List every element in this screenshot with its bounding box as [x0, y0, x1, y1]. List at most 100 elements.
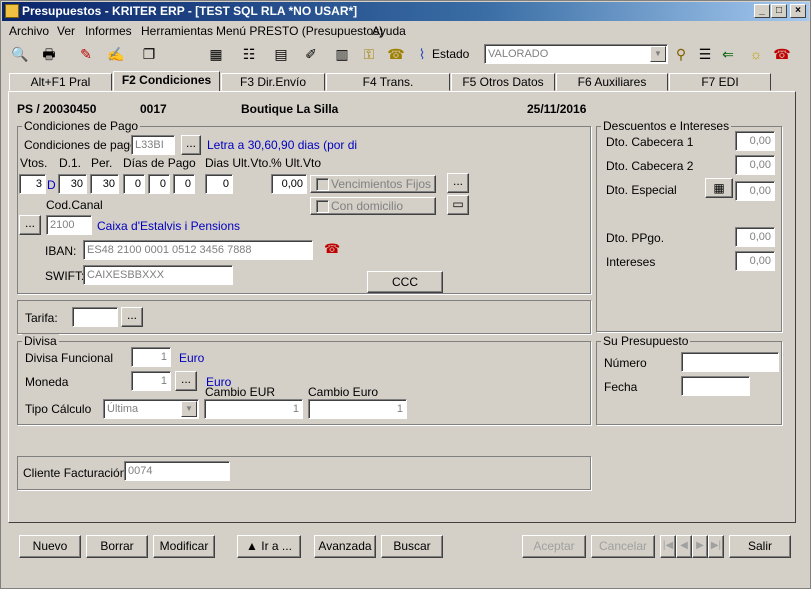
intereses-field[interactable]: 0,00 — [735, 251, 775, 271]
chevron-down-icon[interactable]: ▼ — [650, 46, 666, 62]
dia1-field[interactable]: 0 — [123, 174, 145, 194]
edit-icon[interactable]: ✍ — [107, 45, 125, 63]
fecha-field[interactable] — [681, 376, 750, 396]
cond-pago-field[interactable]: L33BI — [131, 135, 175, 155]
vencimientos-fijos-checkbox-row[interactable]: Vencimientos Fijos — [310, 175, 436, 193]
last-record-icon[interactable]: ▶| — [708, 535, 724, 558]
key-icon[interactable]: ⚿ — [360, 45, 378, 63]
pct-ult-field[interactable]: 0,00 — [271, 174, 307, 194]
ir-a-button[interactable]: ▲ Ir a ... — [237, 535, 301, 558]
menu-ayuda[interactable]: Ayuda — [372, 24, 406, 38]
cond-pago-lookup-button[interactable]: ... — [181, 135, 201, 155]
vtos-field[interactable]: 3 — [19, 174, 46, 194]
print-icon[interactable]: 🖶 — [40, 45, 58, 63]
moneda-lookup-button[interactable]: ... — [175, 371, 197, 391]
tab-auxiliares[interactable]: F6 Auxiliares — [556, 73, 668, 91]
divisa-funcional-field[interactable]: 1 — [131, 347, 171, 367]
copy-icon[interactable]: ❐ — [140, 45, 158, 63]
nuevo-button[interactable]: Nuevo — [19, 535, 81, 558]
maximize-icon[interactable]: □ — [771, 4, 787, 18]
swift-field[interactable]: CAIXESBBXXX — [83, 265, 233, 285]
cliente-facturacion-field[interactable]: 0074 — [124, 461, 230, 481]
cambio-eur-field[interactable]: 1 — [204, 399, 303, 419]
phone-icon[interactable]: ☎ — [387, 45, 405, 63]
numero-field[interactable] — [681, 352, 779, 372]
prev-record-icon[interactable]: ◀ — [676, 535, 692, 558]
menu-archivo[interactable]: Archivo — [9, 24, 49, 38]
tree-icon[interactable]: ☷ — [240, 45, 258, 63]
phone-icon[interactable]: ☎ — [324, 241, 340, 257]
client-code: 0017 — [140, 102, 167, 116]
buscar-button[interactable]: Buscar — [381, 535, 443, 558]
canal-lookup-button[interactable]: ... — [19, 215, 41, 235]
chart-icon[interactable]: ▥ — [333, 45, 351, 63]
d1-field[interactable]: 30 — [58, 174, 87, 194]
vtos-label: Vtos. — [20, 156, 48, 170]
paperclip-icon[interactable]: ⌇ — [413, 45, 431, 63]
menu-bar: Archivo Ver Informes Herramientas Menú P… — [2, 22, 809, 40]
tipo-calculo-value: Última — [107, 403, 139, 415]
moneda-field[interactable]: 1 — [131, 371, 171, 391]
toolbar: 🔍 🖶 ✎ ✍ ❐ ▦ ☷ ▤ ✐ ▥ ⚿ ☎ ⌇ Estado VALORAD… — [2, 41, 809, 67]
menu-ver[interactable]: Ver — [57, 24, 75, 38]
dias-ult-field[interactable]: 0 — [205, 174, 233, 194]
domicilio-card-icon[interactable]: ▭ — [447, 195, 469, 215]
descuentos-title: Descuentos e Intereses — [601, 119, 732, 133]
dto-ppgo-field[interactable]: 0,00 — [735, 227, 775, 247]
menu-informes[interactable]: Informes — [85, 24, 132, 38]
aceptar-button[interactable]: Aceptar — [522, 535, 586, 558]
tab-dir-envio[interactable]: F3 Dir.Envío — [221, 73, 325, 91]
grid-icon[interactable]: ▤ — [272, 45, 290, 63]
con-domicilio-checkbox-row[interactable]: Con domicilio — [310, 197, 436, 215]
notes-icon[interactable]: ✐ — [302, 45, 320, 63]
tipo-calculo-combo[interactable]: Última ▼ — [103, 399, 199, 419]
estado-label: Estado — [432, 47, 470, 61]
tab-pral[interactable]: Alt+F1 Pral — [9, 73, 112, 91]
cod-canal-field[interactable]: 2100 — [46, 215, 92, 235]
tab-trans[interactable]: F4 Trans. — [326, 73, 450, 91]
vencimientos-lookup-button[interactable]: ... — [447, 173, 469, 193]
tipo-calculo-label: Tipo Cálculo — [25, 402, 92, 416]
first-record-icon[interactable]: |◀ — [660, 535, 676, 558]
dto-especial-field[interactable]: 0,00 — [735, 181, 775, 201]
dto-especial-grid-icon[interactable]: ▦ — [705, 178, 733, 198]
close-icon[interactable]: × — [790, 4, 806, 18]
estado-combo[interactable]: VALORADO ▼ — [484, 44, 668, 64]
cancelar-button[interactable]: Cancelar — [591, 535, 655, 558]
menu-herramientas[interactable]: Herramientas — [141, 24, 213, 38]
fecha-label: Fecha — [604, 380, 638, 394]
chevron-down-icon[interactable]: ▼ — [181, 401, 197, 417]
tab-edi[interactable]: F7 EDI — [669, 73, 771, 91]
per-field[interactable]: 30 — [90, 174, 119, 194]
preview-icon[interactable]: 🔍 — [11, 45, 29, 63]
calculator-icon[interactable]: ▦ — [207, 45, 225, 63]
iban-field[interactable]: ES48 2100 0001 0512 3456 7888 — [83, 240, 313, 260]
dia3-field[interactable]: 0 — [173, 174, 195, 194]
borrar-button[interactable]: Borrar — [86, 535, 148, 558]
next-record-icon[interactable]: ▶ — [692, 535, 708, 558]
list-icon[interactable]: ☰ — [696, 45, 714, 63]
con-domicilio-checkbox[interactable] — [316, 200, 329, 213]
dia2-field[interactable]: 0 — [148, 174, 170, 194]
pct-ult-label: % Ult.Vto — [271, 156, 322, 170]
minimize-icon[interactable]: _ — [754, 4, 770, 18]
vencimientos-fijos-checkbox[interactable] — [316, 178, 329, 191]
export-icon[interactable]: ⇐ — [719, 45, 737, 63]
lamp-icon[interactable]: ☼ — [747, 45, 765, 63]
avanzada-button[interactable]: Avanzada — [314, 535, 376, 558]
menu-presto[interactable]: Menú PRESTO (Presupuestos) — [216, 24, 383, 38]
tarifa-field[interactable] — [72, 307, 118, 327]
ccc-button[interactable]: CCC — [367, 271, 443, 293]
help-icon[interactable]: ☎ — [773, 45, 791, 63]
salir-button[interactable]: Salir — [729, 535, 791, 558]
modificar-button[interactable]: Modificar — [153, 535, 215, 558]
wand-icon[interactable]: ✎ — [77, 45, 95, 63]
tarifa-lookup-button[interactable]: ... — [121, 307, 143, 327]
dto-cab1-field[interactable]: 0,00 — [735, 131, 775, 151]
moneda-label: Moneda — [25, 375, 69, 389]
tab-otros-datos[interactable]: F5 Otros Datos — [451, 73, 555, 91]
dto-cab2-field[interactable]: 0,00 — [735, 155, 775, 175]
attach-icon[interactable]: ⚲ — [672, 45, 690, 63]
tab-condiciones[interactable]: F2 Condiciones — [113, 71, 220, 92]
cambio-euro-field[interactable]: 1 — [308, 399, 407, 419]
